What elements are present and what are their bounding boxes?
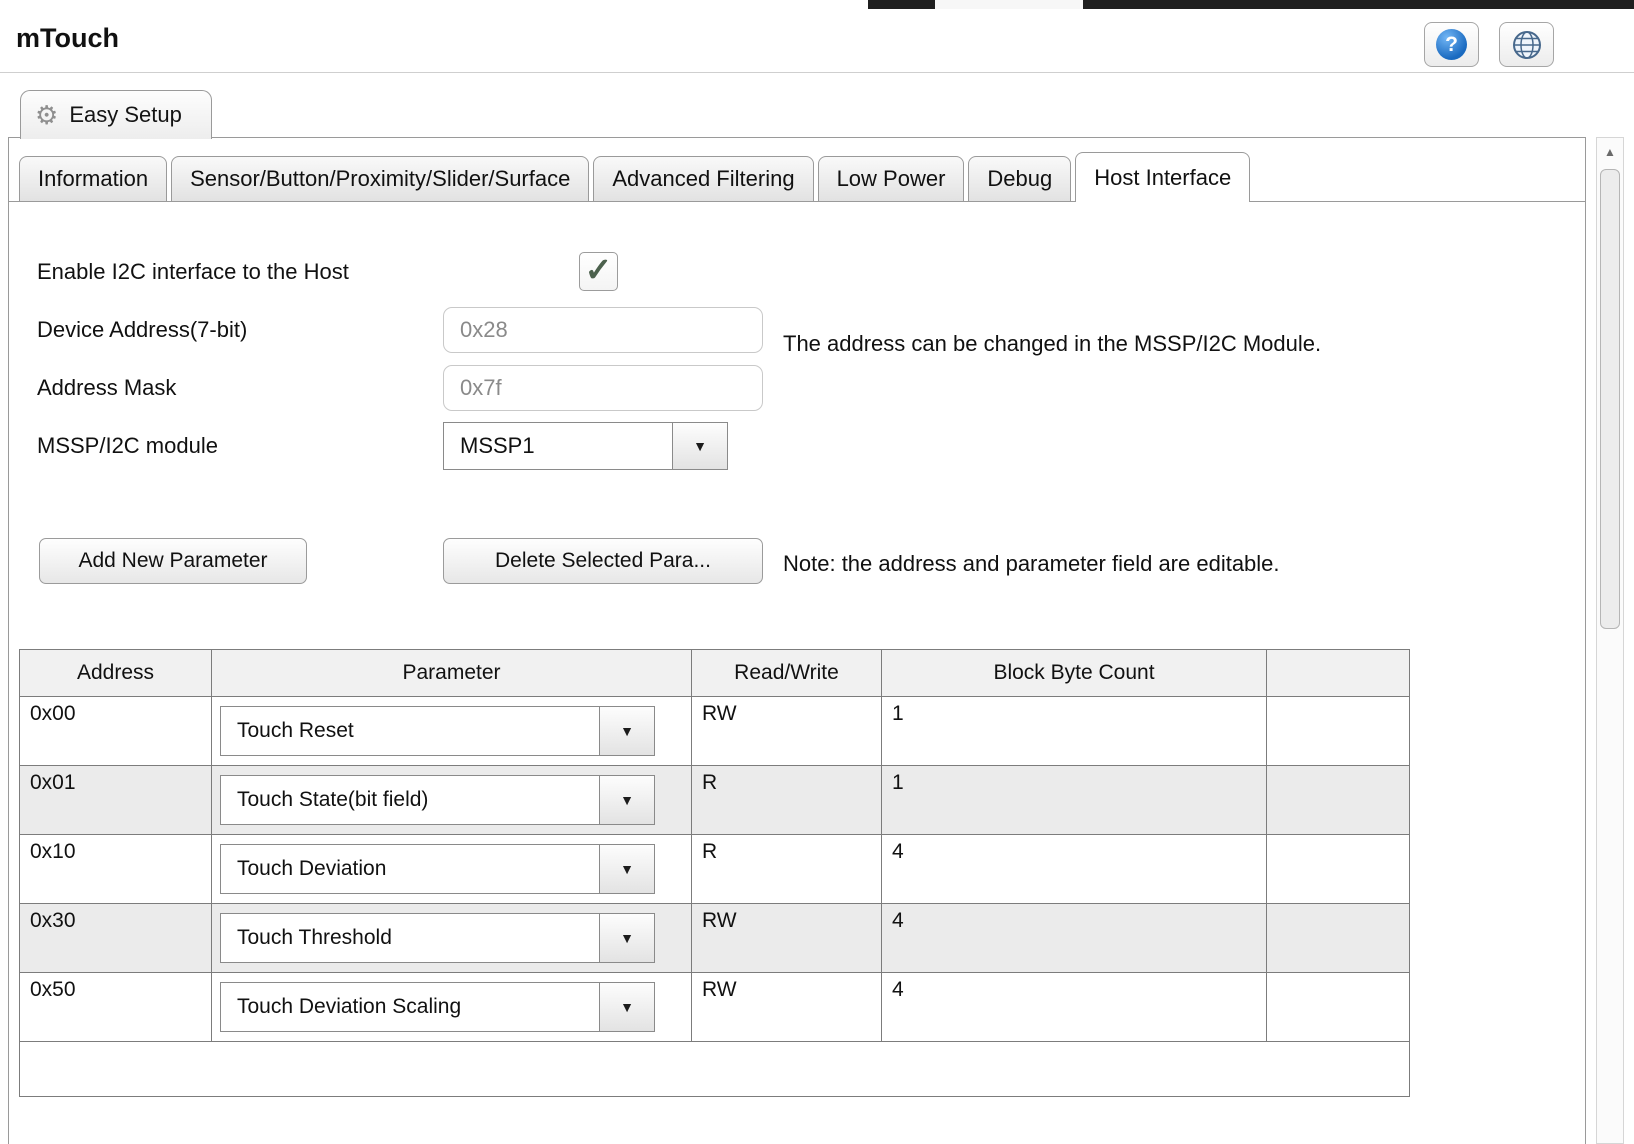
tab-easy-setup[interactable]: ⚙ Easy Setup — [20, 90, 212, 139]
tab-debug[interactable]: Debug — [968, 156, 1071, 202]
gear-icon: ⚙ — [35, 102, 58, 128]
scrollbar-thumb[interactable] — [1600, 169, 1620, 629]
parameter-select[interactable]: Touch Reset ▼ — [220, 706, 691, 756]
table-row: 0x00 Touch Reset ▼ RW 1 — [20, 697, 1409, 766]
vertical-scrollbar[interactable]: ▲ — [1596, 137, 1624, 1144]
read-write-cell: R — [692, 766, 882, 834]
header-parameter: Parameter — [212, 650, 692, 696]
tab-information[interactable]: Information — [19, 156, 167, 202]
editable-fields-note: Note: the address and parameter field ar… — [783, 547, 1280, 580]
parameter-value: Touch Deviation — [220, 844, 600, 894]
address-change-hint: The address can be changed in the MSSP/I… — [783, 327, 1328, 360]
address-cell[interactable]: 0x10 — [20, 835, 212, 903]
block-byte-count-cell: 4 — [882, 904, 1267, 972]
parameter-dropdown-button[interactable]: ▼ — [599, 844, 655, 894]
header-extra — [1267, 650, 1409, 696]
titlebar: mTouch ? — [0, 9, 1634, 73]
add-parameter-button[interactable]: Add New Parameter — [39, 538, 307, 584]
extra-cell — [1267, 766, 1409, 834]
table-row: 0x01 Touch State(bit field) ▼ R 1 — [20, 766, 1409, 835]
block-byte-count-cell: 1 — [882, 766, 1267, 834]
parameter-value: Touch Threshold — [220, 913, 600, 963]
parameter-cell: Touch Threshold ▼ — [212, 904, 692, 972]
device-address-input[interactable] — [443, 307, 763, 353]
parameter-select[interactable]: Touch Deviation ▼ — [220, 844, 691, 894]
chevron-down-icon: ▼ — [620, 861, 634, 877]
extra-cell — [1267, 904, 1409, 972]
parameter-value: Touch Reset — [220, 706, 600, 756]
tab-low-power[interactable]: Low Power — [818, 156, 965, 202]
address-mask-label: Address Mask — [37, 375, 176, 401]
address-mask-input[interactable] — [443, 365, 763, 411]
scroll-up-icon[interactable]: ▲ — [1597, 138, 1623, 166]
parameter-cell: Touch Deviation ▼ — [212, 835, 692, 903]
read-write-cell: R — [692, 835, 882, 903]
table-header-row: Address Parameter Read/Write Block Byte … — [20, 650, 1409, 697]
block-byte-count-cell: 4 — [882, 835, 1267, 903]
parameter-dropdown-button[interactable]: ▼ — [599, 706, 655, 756]
read-write-cell: RW — [692, 904, 882, 972]
chevron-down-icon: ▼ — [693, 438, 707, 454]
header-block-byte-count: Block Byte Count — [882, 650, 1267, 696]
delete-parameter-button[interactable]: Delete Selected Para... — [443, 538, 763, 584]
table-row: 0x30 Touch Threshold ▼ RW 4 — [20, 904, 1409, 973]
parameter-cell: Touch State(bit field) ▼ — [212, 766, 692, 834]
parameter-select[interactable]: Touch Threshold ▼ — [220, 913, 691, 963]
extra-cell — [1267, 697, 1409, 765]
mssp-module-dropdown-button[interactable]: ▼ — [672, 422, 728, 470]
help-icon: ? — [1436, 29, 1467, 60]
tab-host-interface[interactable]: Host Interface — [1075, 152, 1250, 202]
mtouch-pane: mTouch ? ⚙ Easy Setup Information Sensor… — [0, 0, 1634, 1144]
table-row: 0x10 Touch Deviation ▼ R 4 — [20, 835, 1409, 904]
editor-active-tab-strip — [935, 0, 1083, 9]
parameter-cell: Touch Deviation Scaling ▼ — [212, 973, 692, 1041]
extra-cell — [1267, 973, 1409, 1041]
tab-sensor-button-proximity-slider-surface[interactable]: Sensor/Button/Proximity/Slider/Surface — [171, 156, 589, 202]
parameter-select[interactable]: Touch State(bit field) ▼ — [220, 775, 691, 825]
parameter-value: Touch Deviation Scaling — [220, 982, 600, 1032]
check-icon: ✓ — [585, 253, 613, 286]
address-cell[interactable]: 0x30 — [20, 904, 212, 972]
mssp-module-select[interactable]: MSSP1 ▼ — [443, 422, 728, 470]
address-cell[interactable]: 0x50 — [20, 973, 212, 1041]
tab-bar: Information Sensor/Button/Proximity/Slid… — [19, 152, 1254, 202]
read-write-cell: RW — [692, 697, 882, 765]
tab-advanced-filtering[interactable]: Advanced Filtering — [593, 156, 813, 202]
address-cell[interactable]: 0x01 — [20, 766, 212, 834]
globe-button[interactable] — [1499, 22, 1554, 67]
easy-setup-label: Easy Setup — [69, 102, 182, 128]
mssp-module-label: MSSP/I2C module — [37, 433, 218, 459]
parameter-cell: Touch Reset ▼ — [212, 697, 692, 765]
globe-icon — [1511, 29, 1543, 61]
enable-i2c-checkbox[interactable]: ✓ — [579, 252, 618, 291]
chevron-down-icon: ▼ — [620, 930, 634, 946]
block-byte-count-cell: 4 — [882, 973, 1267, 1041]
header-address: Address — [20, 650, 212, 696]
easy-setup-panel: Information Sensor/Button/Proximity/Slid… — [8, 137, 1586, 1144]
block-byte-count-cell: 1 — [882, 697, 1267, 765]
address-cell[interactable]: 0x00 — [20, 697, 212, 765]
parameter-dropdown-button[interactable]: ▼ — [599, 982, 655, 1032]
read-write-cell: RW — [692, 973, 882, 1041]
parameter-dropdown-button[interactable]: ▼ — [599, 913, 655, 963]
help-button[interactable]: ? — [1424, 22, 1479, 67]
chevron-down-icon: ▼ — [620, 792, 634, 808]
chevron-down-icon: ▼ — [620, 999, 634, 1015]
enable-i2c-label: Enable I2C interface to the Host — [37, 259, 349, 285]
page-title: mTouch — [16, 23, 119, 54]
chevron-down-icon: ▼ — [620, 723, 634, 739]
table-row: 0x50 Touch Deviation Scaling ▼ RW 4 — [20, 973, 1409, 1042]
header-read-write: Read/Write — [692, 650, 882, 696]
extra-cell — [1267, 835, 1409, 903]
parameter-dropdown-button[interactable]: ▼ — [599, 775, 655, 825]
device-address-label: Device Address(7-bit) — [37, 317, 247, 343]
mssp-module-value: MSSP1 — [443, 422, 673, 470]
parameter-select[interactable]: Touch Deviation Scaling ▼ — [220, 982, 691, 1032]
parameter-table: Address Parameter Read/Write Block Byte … — [19, 649, 1410, 1097]
parameter-value: Touch State(bit field) — [220, 775, 600, 825]
